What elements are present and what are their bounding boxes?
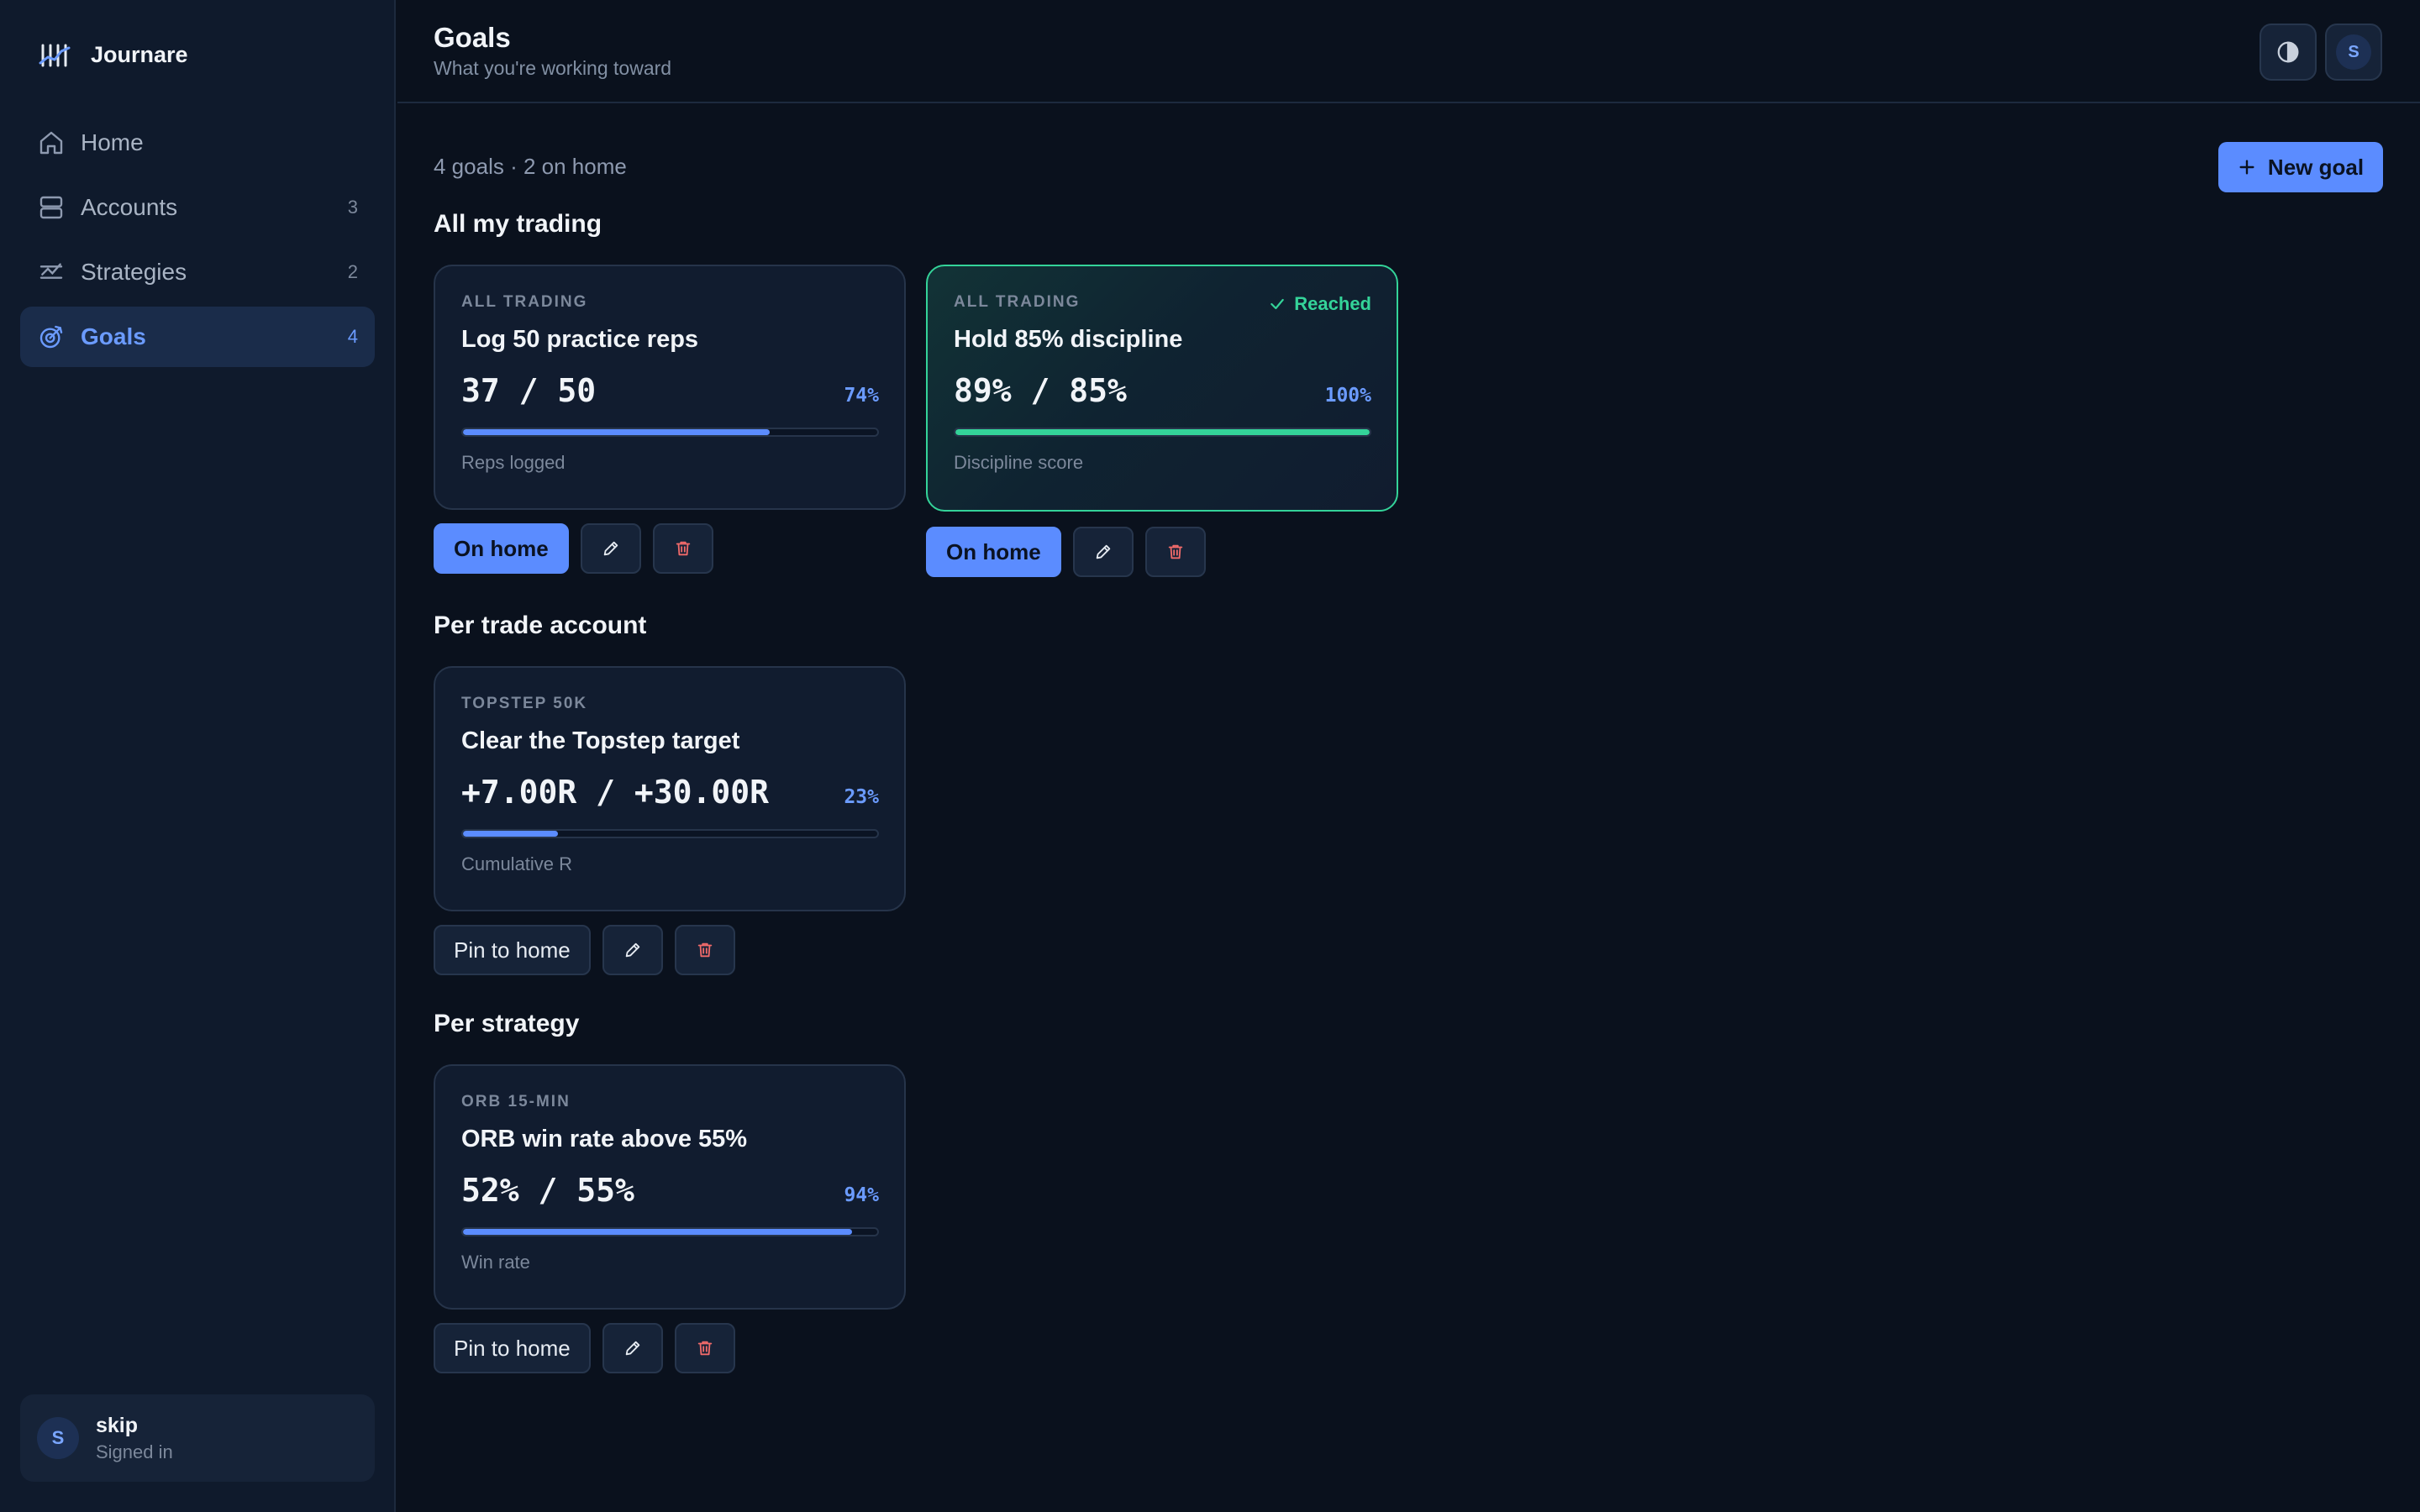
main-content: 4 goals · 2 on home New goal All my trad… xyxy=(434,103,2383,1512)
header: Goals What you're working toward S xyxy=(397,0,2420,103)
page-subtitle: What you're working toward xyxy=(434,57,672,79)
sidebar-item-strategies[interactable]: Strategies 2 xyxy=(20,242,375,302)
section-title: Per trade account xyxy=(434,612,647,639)
sidebar-item-accounts[interactable]: Accounts 3 xyxy=(20,177,375,238)
goal-actions: On home xyxy=(434,523,713,574)
delete-button[interactable] xyxy=(652,523,713,574)
progress-fill xyxy=(955,429,1370,435)
brand[interactable]: Journare xyxy=(39,42,188,68)
goal-metric: Discipline score xyxy=(954,452,1084,473)
reached-badge: Reached xyxy=(1269,293,1371,315)
sidebar-nav: Home Accounts 3 Strategies 2 Goals 4 xyxy=(20,113,375,371)
sidebar-item-count: 4 xyxy=(347,326,358,347)
goals-summary: 4 goals · 2 on home xyxy=(434,154,627,179)
sidebar-item-home[interactable]: Home xyxy=(20,113,375,173)
user-status: Signed in xyxy=(96,1441,173,1462)
logo-icon xyxy=(39,44,71,66)
goal-title: Log 50 practice reps xyxy=(461,326,699,353)
home-icon xyxy=(37,129,66,157)
edit-button[interactable] xyxy=(602,925,663,975)
pin-toggle-button[interactable]: On home xyxy=(434,523,569,574)
delete-button[interactable] xyxy=(1144,527,1206,577)
pencil-icon xyxy=(603,541,618,556)
goal-metric: Win rate xyxy=(461,1252,530,1273)
sidebar-item-label: Accounts xyxy=(81,194,178,220)
goal-values: 52% / 55% xyxy=(461,1172,634,1209)
app-name: Journare xyxy=(91,42,188,67)
pencil-icon xyxy=(625,1341,639,1356)
strategies-icon xyxy=(37,258,66,286)
goal-percent: 74% xyxy=(844,385,879,407)
avatar: S xyxy=(2336,34,2371,70)
progress-bar xyxy=(461,428,879,437)
trash-icon xyxy=(676,541,690,556)
sidebar-item-count: 3 xyxy=(347,197,358,218)
trash-icon xyxy=(697,1341,712,1356)
contrast-icon xyxy=(2277,41,2299,63)
sidebar: Journare Home Accounts 3 Strategies 2 Go… xyxy=(0,0,396,1512)
goal-card: ORB 15-MIN ORB win rate above 55% 52% / … xyxy=(434,1064,906,1310)
accounts-icon xyxy=(37,193,66,222)
goal-values: +7.00R / +30.00R xyxy=(461,774,770,811)
goal-percent: 100% xyxy=(1324,385,1371,407)
goal-percent: 23% xyxy=(844,786,879,808)
user-menu-button[interactable]: S xyxy=(2325,24,2382,81)
goal-scope: TOPSTEP 50K xyxy=(461,695,588,712)
progress-bar xyxy=(461,1227,879,1236)
trash-icon xyxy=(1168,544,1182,559)
progress-fill xyxy=(463,1229,853,1235)
edit-button[interactable] xyxy=(1072,527,1134,577)
sidebar-item-label: Goals xyxy=(81,323,146,349)
sidebar-item-label: Strategies xyxy=(81,259,187,285)
theme-toggle-button[interactable] xyxy=(2260,24,2317,81)
pencil-icon xyxy=(1096,544,1110,559)
delete-button[interactable] xyxy=(674,1323,735,1373)
goal-actions: On home xyxy=(926,527,1206,577)
goal-title: ORB win rate above 55% xyxy=(461,1126,748,1152)
goal-values: 37 / 50 xyxy=(461,372,597,409)
page-title: Goals xyxy=(434,22,511,53)
user-name: skip xyxy=(96,1413,139,1437)
pencil-icon xyxy=(625,942,639,958)
check-icon xyxy=(1270,298,1285,310)
reached-label: Reached xyxy=(1294,293,1371,314)
delete-button[interactable] xyxy=(674,925,735,975)
plus-icon xyxy=(2239,160,2254,175)
new-goal-label: New goal xyxy=(2267,154,2365,180)
goals-icon xyxy=(37,323,66,351)
goal-actions: Pin to home xyxy=(434,1323,735,1373)
pin-toggle-button[interactable]: Pin to home xyxy=(434,1323,591,1373)
pin-toggle-button[interactable]: On home xyxy=(926,527,1061,577)
goal-card: ALL TRADING Log 50 practice reps 37 / 50… xyxy=(434,265,906,510)
progress-fill xyxy=(463,831,559,837)
goal-card: TOPSTEP 50K Clear the Topstep target +7.… xyxy=(434,666,906,911)
goal-scope: ORB 15-MIN xyxy=(461,1093,571,1110)
trash-icon xyxy=(697,942,712,958)
goal-scope: ALL TRADING xyxy=(461,293,588,311)
new-goal-button[interactable]: New goal xyxy=(2218,142,2383,192)
user-card[interactable]: S skip Signed in xyxy=(20,1394,375,1482)
section-title: All my trading xyxy=(434,210,602,238)
goal-title: Clear the Topstep target xyxy=(461,727,740,754)
sidebar-item-label: Home xyxy=(81,129,144,155)
sidebar-item-goals[interactable]: Goals 4 xyxy=(20,307,375,367)
goal-metric: Cumulative R xyxy=(461,853,573,874)
progress-bar xyxy=(461,829,879,838)
goal-values: 89% / 85% xyxy=(954,372,1127,409)
sidebar-item-count: 2 xyxy=(347,261,358,282)
goal-metric: Reps logged xyxy=(461,452,566,473)
goal-title: Hold 85% discipline xyxy=(954,326,1183,353)
edit-button[interactable] xyxy=(602,1323,663,1373)
progress-bar xyxy=(954,428,1371,437)
section-title: Per strategy xyxy=(434,1010,580,1037)
progress-fill xyxy=(463,429,770,435)
goal-actions: Pin to home xyxy=(434,925,735,975)
pin-toggle-button[interactable]: Pin to home xyxy=(434,925,591,975)
goal-card: Reached ALL TRADING Hold 85% discipline … xyxy=(926,265,1398,512)
edit-button[interactable] xyxy=(580,523,641,574)
avatar: S xyxy=(37,1417,79,1459)
goal-percent: 94% xyxy=(844,1184,879,1206)
